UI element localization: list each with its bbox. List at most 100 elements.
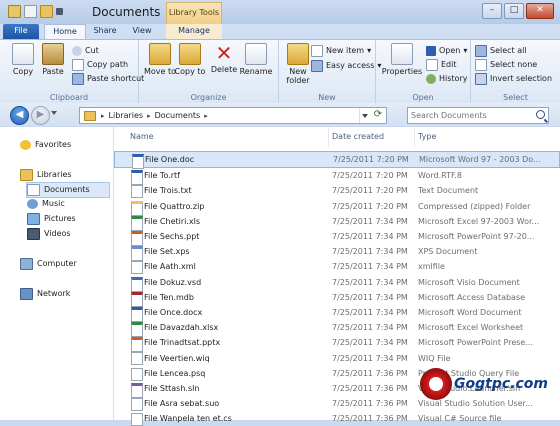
minimize-button[interactable]: – [482, 3, 502, 19]
nav-item-computer[interactable]: Computer [20, 257, 77, 271]
file-type: Microsoft Excel 97-2003 Wor... [418, 216, 540, 226]
history-button[interactable]: History [426, 73, 467, 85]
file-type: Microsoft PowerPoint 97-20... [418, 232, 535, 242]
new-folder-button[interactable]: New folder [281, 43, 315, 85]
copy-path-button[interactable]: Copy path [72, 59, 128, 71]
nav-item-libraries[interactable]: Libraries [20, 168, 72, 182]
open-button[interactable]: Open ▾ [426, 45, 467, 57]
table-row[interactable]: File To.rtf 7/25/2011 7:20 PM Word.RTF.8 [114, 168, 560, 186]
file-date-created: 7/25/2011 7:20 PM [332, 171, 408, 181]
organize-group-label: Organize [190, 93, 227, 102]
paste-shortcut-icon [72, 73, 84, 85]
easy-access-button[interactable]: Easy access ▾ [311, 60, 381, 72]
scissors-icon [72, 46, 82, 56]
tab-home[interactable]: Home [44, 24, 86, 40]
ribbon: Copy Paste Cut Copy path Paste shortcut … [0, 39, 560, 104]
move-to-button[interactable]: Move to [143, 43, 177, 76]
copy-button[interactable]: Copy [6, 43, 40, 76]
search-icon[interactable] [536, 110, 545, 119]
column-header-name[interactable]: Name [126, 127, 329, 147]
nav-item-videos[interactable]: Videos [27, 227, 71, 241]
file-name: File Dokuz.vsd [144, 277, 202, 287]
watermark-text: Gogtpc.com [454, 376, 548, 392]
select-group: Select all Select none Invert selection … [471, 40, 560, 103]
paste-icon [42, 43, 64, 65]
table-row[interactable]: File Quattro.zip 7/25/2011 7:20 PM Compres… [114, 199, 560, 216]
address-field[interactable]: ▸ Libraries ▸ Documents ▸ ⟳ [79, 107, 387, 124]
file-name: File One.doc [145, 155, 195, 165]
file-txt-icon [131, 185, 143, 199]
recent-locations-dropdown[interactable] [51, 111, 57, 115]
file-date-created: 7/25/2011 7:20 PM [332, 186, 408, 196]
chevron-right-icon[interactable]: ▸ [203, 112, 209, 120]
nav-item-documents[interactable]: Documents [26, 182, 110, 198]
copy-path-icon [72, 59, 84, 71]
nav-item-music[interactable]: Music [27, 197, 65, 211]
tab-file[interactable]: File [3, 24, 39, 39]
copy-to-button[interactable]: Copy to [173, 43, 207, 76]
file-name: File To.rtf [144, 171, 180, 181]
libraries-icon [20, 169, 33, 181]
nav-item-network[interactable]: Network [20, 287, 70, 301]
table-row[interactable]: File One.doc 7/25/2011 7:20 PM Microsoft W… [114, 151, 560, 169]
breadcrumb-libraries[interactable]: Libraries [106, 111, 147, 120]
tab-manage[interactable]: Manage [166, 24, 222, 39]
table-row[interactable]: File Set.xps 7/25/2011 7:34 PM XPS Documen… [114, 244, 560, 262]
file-type: Text Document [418, 186, 479, 196]
rename-button[interactable]: Rename [239, 43, 273, 76]
table-row[interactable]: File Veertien.wiq 7/25/2011 7:34 PM WIQ Fi… [114, 350, 560, 366]
table-row[interactable]: File Trinadtsat.pptx 7/25/2011 7:34 PM Mic… [114, 335, 560, 353]
maximize-button[interactable]: □ [504, 3, 524, 19]
table-row[interactable]: File Aath.xml 7/25/2011 7:34 PM xmlfile [114, 259, 560, 275]
column-header-date-created[interactable]: Date created [328, 127, 415, 147]
file-date-created: 7/25/2011 7:36 PM [332, 399, 408, 409]
address-history-dropdown[interactable] [359, 108, 370, 123]
file-name: File Aath.xml [144, 262, 196, 272]
select-all-button[interactable]: Select all [475, 45, 527, 57]
copy-to-folder-icon [179, 43, 201, 65]
file-wiq-icon [131, 352, 143, 366]
paste-shortcut-button[interactable]: Paste shortcut [72, 73, 144, 85]
nav-item-favorites[interactable]: Favorites [20, 138, 71, 152]
new-folder-icon [287, 43, 309, 65]
table-row[interactable]: File Dokuz.vsd 7/25/2011 7:34 PM Microsoft… [114, 275, 560, 292]
new-item-button[interactable]: New item ▾ [311, 45, 371, 57]
paste-button[interactable]: Paste [36, 43, 70, 76]
delete-button[interactable]: ✕ Delete [207, 43, 241, 74]
select-none-button[interactable]: Select none [475, 59, 537, 71]
properties-button[interactable]: Properties [380, 43, 424, 76]
tab-view[interactable]: View [126, 24, 158, 39]
window-title: Documents [92, 5, 161, 19]
search-box[interactable] [407, 107, 549, 124]
back-button[interactable]: ◀ [10, 106, 29, 125]
properties-icon[interactable] [24, 5, 37, 18]
table-row[interactable]: File Trois.txt 7/25/2011 7:20 PM Text Docu… [114, 183, 560, 199]
nav-item-pictures[interactable]: Pictures [27, 212, 76, 226]
tab-share[interactable]: Share [88, 24, 122, 39]
quick-access-toolbar [8, 5, 63, 18]
file-date-created: 7/25/2011 7:34 PM [332, 232, 408, 242]
refresh-icon[interactable]: ⟳ [372, 109, 384, 121]
word-icon [426, 46, 436, 56]
table-row[interactable]: File Chetiri.xls 7/25/2011 7:34 PM Microso… [114, 214, 560, 231]
customize-qat-icon[interactable] [56, 8, 63, 15]
cut-button[interactable]: Cut [72, 45, 99, 57]
table-row[interactable]: File Davazdah.xlsx 7/25/2011 7:34 PM Micro… [114, 320, 560, 338]
new-folder-icon[interactable] [40, 5, 53, 18]
column-header-type[interactable]: Type [414, 127, 558, 147]
table-row[interactable]: File Ten.mdb 7/25/2011 7:34 PM Microsoft A… [114, 290, 560, 307]
file-name: File Quattro.zip [144, 201, 205, 211]
file-type: Microsoft Word 97 - 2003 Do... [419, 155, 541, 165]
close-button[interactable]: ✕ [526, 3, 554, 19]
table-row[interactable]: File Sechs.ppt 7/25/2011 7:34 PM Microsoft… [114, 229, 560, 246]
invert-selection-button[interactable]: Invert selection [475, 73, 552, 85]
breadcrumb-documents[interactable]: Documents [152, 111, 204, 120]
open-group: Properties Open ▾ Edit History Open [376, 40, 471, 103]
file-date-created: 7/25/2011 7:34 PM [332, 307, 408, 317]
table-row[interactable]: File Wanpela ten et.cs 7/25/2011 7:36 PM V… [114, 411, 560, 426]
search-input[interactable] [411, 109, 529, 121]
edit-button[interactable]: Edit [426, 59, 457, 71]
clipboard-group-label: Clipboard [49, 93, 89, 102]
forward-button[interactable]: ▶ [31, 106, 50, 125]
table-row[interactable]: File Once.docx 7/25/2011 7:34 PM Microsoft… [114, 305, 560, 322]
